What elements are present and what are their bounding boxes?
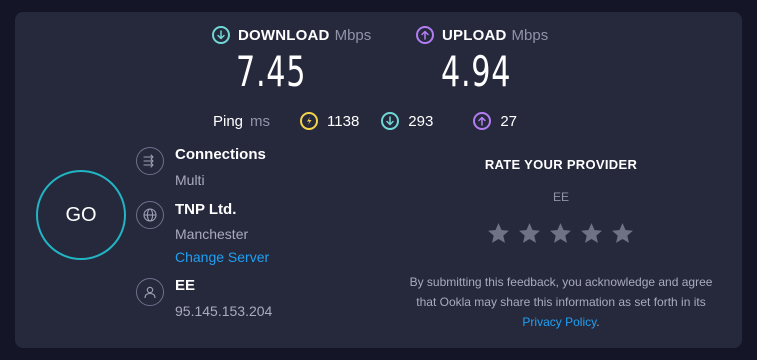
upload-latency-icon <box>473 112 492 130</box>
star-icon-2[interactable] <box>517 221 542 246</box>
download-arrow-icon <box>212 26 230 44</box>
user-icon <box>136 278 164 306</box>
upload-unit: Mbps <box>511 26 549 44</box>
upload-header: UPLOAD Mbps <box>416 26 548 44</box>
server-location: Manchester <box>175 226 249 242</box>
disclaimer-text: By submitting this feedback, you acknowl… <box>409 275 713 309</box>
feedback-disclaimer: By submitting this feedback, you acknowl… <box>400 272 722 332</box>
star-icon-5[interactable] <box>610 221 635 246</box>
go-button[interactable]: GO <box>36 170 126 260</box>
idle-latency-icon <box>300 112 319 130</box>
download-header: DOWNLOAD Mbps <box>212 26 371 44</box>
rate-provider-title: RATE YOUR PROVIDER <box>484 157 638 172</box>
download-value: 7.45 <box>236 47 307 96</box>
upload-value: 4.94 <box>441 47 512 96</box>
rate-provider-name: EE <box>552 190 569 204</box>
globe-icon <box>136 201 164 229</box>
download-latency-icon <box>381 112 400 130</box>
server-title: TNP Ltd. <box>175 201 237 218</box>
results-panel: DOWNLOAD Mbps 7.45 UPLOAD Mbps 4.94 Ping… <box>15 12 742 348</box>
star-rating <box>486 221 635 246</box>
star-icon-3[interactable] <box>548 221 573 246</box>
upload-label: UPLOAD <box>442 26 507 44</box>
ping-label: Ping <box>213 112 244 130</box>
star-icon-1[interactable] <box>486 221 511 246</box>
connections-icon <box>136 147 164 175</box>
ping-row: Ping ms 1138 293 27 <box>213 112 517 130</box>
connections-value: Multi <box>175 172 205 188</box>
ping-idle-value: 1138 <box>327 112 360 130</box>
ping-unit: ms <box>250 112 271 130</box>
privacy-policy-link[interactable]: Privacy Policy <box>522 315 596 329</box>
download-label: DOWNLOAD <box>238 26 330 44</box>
upload-arrow-icon <box>416 26 434 44</box>
disclaimer-end: . <box>596 315 600 329</box>
isp-ip: 95.145.153.204 <box>175 303 273 319</box>
ping-download-value: 293 <box>408 112 434 130</box>
download-unit: Mbps <box>334 26 372 44</box>
connections-title: Connections <box>175 146 266 163</box>
star-icon-4[interactable] <box>579 221 604 246</box>
ping-upload-value: 27 <box>500 112 518 130</box>
isp-title: EE <box>175 277 196 294</box>
change-server-link[interactable]: Change Server <box>175 249 269 265</box>
